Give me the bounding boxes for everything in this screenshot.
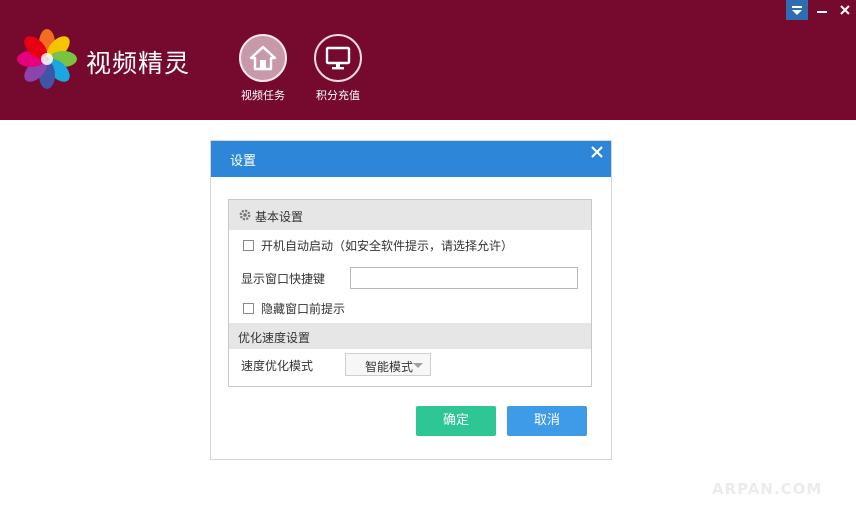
hide-prompt-checkbox[interactable] xyxy=(243,303,254,314)
monitor-icon xyxy=(325,46,351,70)
gear-icon xyxy=(239,209,251,221)
nav-points-recharge-label: 积分充值 xyxy=(316,89,360,102)
settings-dialog: 设置 基本设置 开机自动启动（如安全软件提示，请选择允许） 显示窗口快捷键 隐藏… xyxy=(210,140,612,460)
app-header: 视频精灵 视频任务 积分充值 xyxy=(0,0,856,120)
hide-prompt-label: 隐藏窗口前提示 xyxy=(261,302,346,316)
app-title: 视频精灵 xyxy=(86,49,191,78)
chevron-down-icon xyxy=(413,363,423,368)
app-logo-icon xyxy=(17,29,77,89)
ok-button[interactable]: 确定 xyxy=(416,406,496,436)
hotkey-input[interactable] xyxy=(350,267,578,289)
basic-settings-header: 基本设置 xyxy=(229,200,591,230)
window-minimize-button[interactable] xyxy=(811,0,833,20)
dialog-title: 设置 xyxy=(230,154,257,169)
hotkey-label: 显示窗口快捷键 xyxy=(241,272,326,286)
watermark: ARPAN.COM xyxy=(712,480,823,498)
window-menu-button[interactable] xyxy=(786,0,808,20)
nav-video-tasks-label: 视频任务 xyxy=(241,89,285,102)
nav-points-recharge-button[interactable]: 积分充值 xyxy=(310,34,366,103)
speed-settings-header: 优化速度设置 xyxy=(229,323,591,349)
window-close-button[interactable] xyxy=(834,0,856,20)
autostart-label: 开机自动启动（如安全软件提示，请选择允许） xyxy=(261,239,514,253)
nav-points-recharge-circle xyxy=(314,34,362,82)
speed-mode-select[interactable]: 智能模式 xyxy=(345,353,431,376)
nav-video-tasks-circle xyxy=(239,34,287,82)
close-icon xyxy=(840,5,850,15)
dialog-close-icon[interactable] xyxy=(589,144,605,160)
menu-dropdown-icon xyxy=(792,6,802,15)
minimize-icon xyxy=(817,11,827,13)
home-icon xyxy=(249,45,277,71)
dialog-titlebar: 设置 xyxy=(211,141,611,177)
speed-mode-label: 速度优化模式 xyxy=(241,359,314,373)
basic-settings-title: 基本设置 xyxy=(255,210,304,224)
settings-panel: 基本设置 开机自动启动（如安全软件提示，请选择允许） 显示窗口快捷键 隐藏窗口前… xyxy=(228,199,592,387)
autostart-checkbox[interactable] xyxy=(243,240,254,251)
cancel-button[interactable]: 取消 xyxy=(507,406,587,436)
speed-mode-value: 智能模式 xyxy=(365,360,414,374)
speed-settings-title: 优化速度设置 xyxy=(238,331,311,345)
nav-video-tasks-button[interactable]: 视频任务 xyxy=(235,34,291,103)
